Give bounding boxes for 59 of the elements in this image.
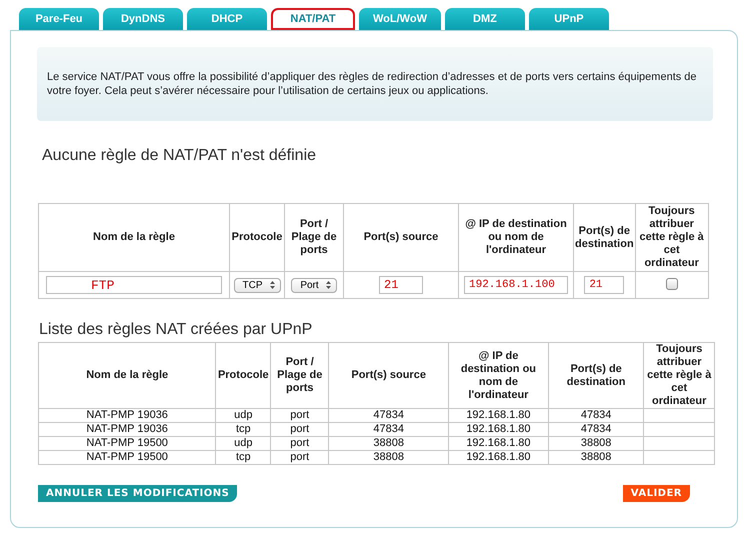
column-header: Toujours attribuer cette règle à cet ordinateur xyxy=(644,342,714,408)
column-header: Port(s) source xyxy=(328,342,449,408)
table-cell: 47834 xyxy=(328,422,449,436)
column-header: Port(s) de destination xyxy=(574,204,636,272)
tab[interactable]: Pare-Feu xyxy=(19,8,99,30)
dropdown[interactable]: Port xyxy=(291,278,337,292)
tab[interactable]: NAT/PAT xyxy=(271,8,355,30)
column-header: Toujours attribuer cette règle à cet ordinateur xyxy=(635,204,708,272)
table-cell: 38808 xyxy=(328,450,449,464)
tab[interactable]: WoL/WoW xyxy=(359,8,441,30)
table-cell: NAT-PMP 19036 xyxy=(38,408,216,422)
dropdown[interactable]: TCP xyxy=(234,278,280,292)
table-cell: NAT-PMP 19500 xyxy=(38,450,216,464)
intro-text: Le service NAT/PAT vous offre la possibilité d’appliquer des règles de redirection d’adresses et de ports vers certains équipements de votre foyer. Cela peut s’avérer nécessaire pour l’utilisation de certains jeux ou applications. xyxy=(47,70,698,98)
tab[interactable]: DMZ xyxy=(444,8,525,30)
column-header: Protocole xyxy=(230,204,284,272)
input-field[interactable]: FTP xyxy=(46,276,222,294)
column-header: Port(s) de destination xyxy=(548,342,644,408)
table-cell: 192.168.1.80 xyxy=(448,408,548,422)
input-field[interactable]: 192.168.1.100 xyxy=(464,276,568,294)
column-header: @ IP de destination ou nom de l'ordinateur xyxy=(458,204,574,272)
table-cell: udp xyxy=(216,408,271,422)
table-cell: 192.168.1.80 xyxy=(448,422,548,436)
input-field[interactable]: 21 xyxy=(379,276,423,294)
input-field[interactable]: 21 xyxy=(584,276,624,294)
updown-arrow-icon xyxy=(270,281,274,289)
table-cell: port xyxy=(270,436,329,450)
table-cell: port xyxy=(270,422,329,436)
table-cell: NAT-PMP 19036 xyxy=(38,422,216,436)
tab[interactable]: UPnP xyxy=(528,8,609,30)
table-cell: port xyxy=(270,450,329,464)
column-header: Protocole xyxy=(216,342,271,408)
column-header: Port(s) source xyxy=(344,204,458,272)
column-header: Port / Plage de ports xyxy=(270,342,329,408)
tab[interactable]: DynDNS xyxy=(103,8,183,30)
section-heading: Liste des règles NAT créées par UPnP xyxy=(39,321,314,339)
table-cell: NAT-PMP 19500 xyxy=(38,436,216,450)
column-header: Nom de la règle xyxy=(38,204,230,272)
section-heading: Aucune règle de NAT/PAT n'est définie xyxy=(42,147,318,166)
tab[interactable]: DHCP xyxy=(187,8,267,30)
updown-arrow-icon xyxy=(326,281,331,289)
cancel-button[interactable]: ANNULER LES MODIFICATIONS xyxy=(38,485,238,502)
column-header: Nom de la règle xyxy=(38,342,216,408)
submit-button[interactable]: VALIDER xyxy=(622,485,690,502)
table-cell: 47834 xyxy=(548,408,644,422)
table-cell: 38808 xyxy=(328,436,449,450)
table-cell: 38808 xyxy=(548,436,644,450)
table-cell: tcp xyxy=(216,450,271,464)
column-header: @ IP de destination ou nom de l'ordinateur xyxy=(448,342,548,408)
table-cell: 192.168.1.80 xyxy=(448,450,548,464)
table-cell: tcp xyxy=(216,422,271,436)
table-cell: 47834 xyxy=(328,408,449,422)
checkbox[interactable] xyxy=(666,278,678,290)
column-header: Port / Plage de ports xyxy=(284,204,344,272)
table-cell: 47834 xyxy=(548,422,644,436)
table-cell: 192.168.1.80 xyxy=(448,436,548,450)
table-cell: port xyxy=(270,408,329,422)
table-cell: udp xyxy=(216,436,271,450)
table-cell: 38808 xyxy=(548,450,644,464)
